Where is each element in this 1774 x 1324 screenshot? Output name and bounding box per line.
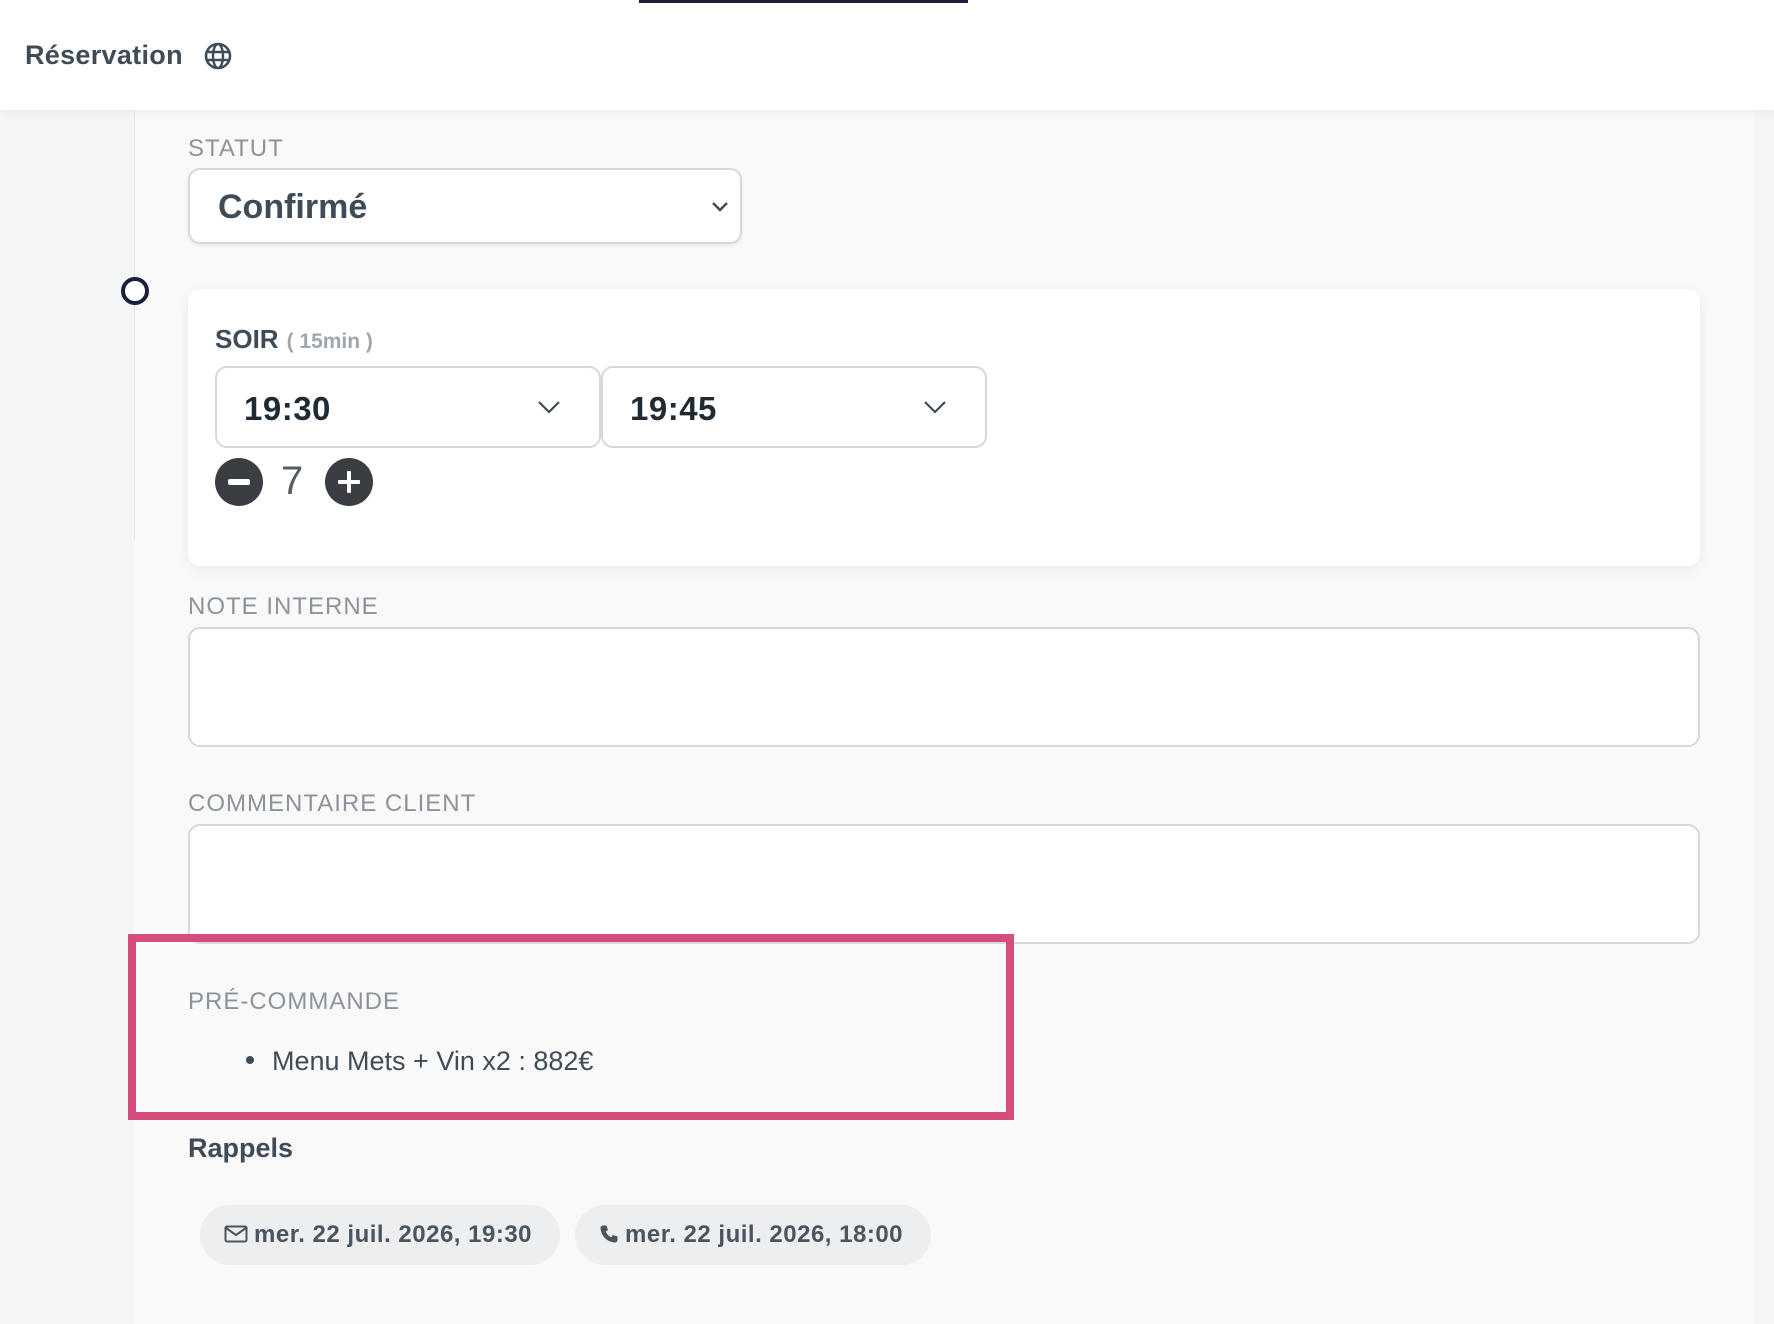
- pre-commande-item: Menu Mets + Vin x2 : 882€: [272, 1046, 594, 1076]
- chevron-down-icon: [712, 202, 728, 212]
- globe-icon[interactable]: [203, 41, 233, 71]
- start-time-select[interactable]: 19:30: [215, 366, 601, 448]
- bullet: [246, 1055, 254, 1064]
- pre-commande-label: PRÉ-COMMANDE: [188, 988, 401, 1015]
- service-card: SOIR ( 15min ) 19:30 19:45 7: [188, 289, 1700, 566]
- pre-commande-highlight: [128, 934, 1014, 1120]
- page-header: Réservation: [0, 0, 1774, 110]
- end-time-value: 19:45: [630, 390, 717, 427]
- reminder-phone-text: mer. 22 juil. 2026, 18:00: [625, 1221, 904, 1248]
- list-item: Menu Mets + Vin x2 : 882€: [246, 1046, 593, 1077]
- timeline-dot: [121, 277, 149, 305]
- note-interne-textarea[interactable]: [188, 627, 1700, 747]
- reminder-chip-phone[interactable]: mer. 22 juil. 2026, 18:00: [575, 1205, 932, 1265]
- commentaire-client-label: COMMENTAIRE CLIENT: [188, 790, 477, 817]
- minus-icon: [228, 479, 250, 485]
- commentaire-client-textarea[interactable]: [188, 824, 1700, 944]
- status-label: STATUT: [188, 135, 284, 162]
- service-name: SOIR: [215, 324, 279, 354]
- note-interne-label: NOTE INTERNE: [188, 593, 379, 620]
- status-selected-value: Confirmé: [218, 188, 368, 226]
- page-title: Réservation: [25, 40, 183, 70]
- chevron-down-icon: [538, 401, 560, 414]
- start-time-value: 19:30: [244, 390, 331, 427]
- timeline-line: [134, 110, 135, 540]
- active-tab-indicator: [639, 0, 968, 3]
- phone-icon: [600, 1225, 618, 1243]
- envelope-icon: [224, 1225, 248, 1243]
- reminder-chip-email[interactable]: mer. 22 juil. 2026, 19:30: [200, 1205, 561, 1265]
- chevron-down-icon: [924, 401, 946, 414]
- status-select[interactable]: Confirmé: [188, 168, 742, 244]
- increment-guests-button[interactable]: [325, 458, 373, 506]
- service-title: SOIR ( 15min ): [215, 324, 373, 355]
- service-duration: ( 15min ): [286, 330, 373, 353]
- reminder-email-text: mer. 22 juil. 2026, 19:30: [254, 1221, 533, 1248]
- plus-icon: [338, 471, 360, 493]
- rappels-title: Rappels: [188, 1133, 294, 1163]
- end-time-select[interactable]: 19:45: [601, 366, 987, 448]
- guest-count: 7: [281, 459, 304, 503]
- decrement-guests-button[interactable]: [215, 458, 263, 506]
